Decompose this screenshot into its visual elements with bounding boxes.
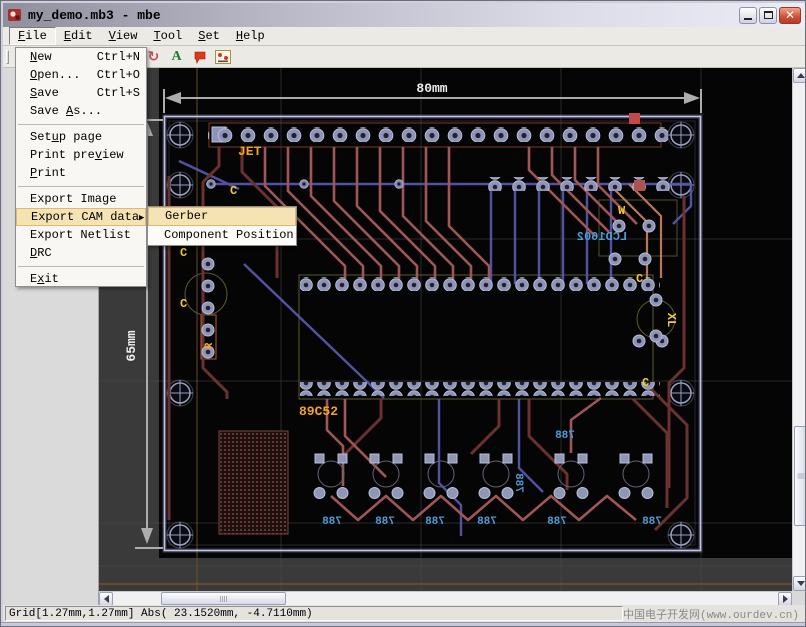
menu-set[interactable]: Set [190,27,228,45]
silk-label: C [642,376,649,390]
file-menu-dropdown: NewCtrl+N Open...Ctrl+O SaveCtrl+S Save … [15,47,147,287]
scroll-right-button[interactable] [778,592,792,606]
mirror-label: LCD1602 [577,230,627,244]
window-title: my_demo.mb3 - mbe [28,8,161,23]
minimize-button[interactable] [739,7,757,24]
dimension-width-label: 80mm [416,81,447,96]
silk-label: C [180,246,187,260]
maximize-button[interactable] [759,7,777,24]
mirror-label: 788 [642,516,662,528]
silk-label: C [180,297,187,311]
toolbar-grip[interactable] [6,50,9,64]
rotate-icon: ↻ [148,49,160,65]
app-window: my_demo.mb3 - mbe ✕ File Edit View Tool … [0,0,806,627]
pcb-canvas[interactable]: 80mm 65mm [99,68,792,591]
menu-help[interactable]: Help [228,27,273,45]
menu-item-export-netlist[interactable]: Export Netlist [16,226,146,244]
menu-item-save[interactable]: SaveCtrl+S [16,84,146,102]
horizontal-scrollbar-thumb[interactable] [161,592,286,605]
menu-file[interactable]: File [9,27,56,45]
menu-item-new[interactable]: NewCtrl+N [16,48,146,66]
menu-item-export-cam-data[interactable]: Export CAM data▶ [16,208,146,226]
menu-view[interactable]: View [101,27,146,45]
arrow-down-icon [797,581,805,586]
scroll-up-button[interactable] [793,68,806,83]
menu-item-drc[interactable]: DRC [16,244,146,262]
silk-label: W [618,204,626,218]
submenu-item-component-position[interactable]: Component Position [148,226,296,245]
silk-label: C [636,272,643,286]
menu-separator [16,120,146,128]
mirror-label: 788 [425,516,445,528]
scroll-down-button[interactable] [793,576,806,591]
image-export-button[interactable] [212,47,233,66]
menu-item-print-preview[interactable]: Print preview [16,146,146,164]
text-tool-button[interactable]: A [166,47,187,66]
menu-item-exit[interactable]: Exit [16,270,146,288]
title-bar[interactable]: my_demo.mb3 - mbe ✕ [3,3,805,27]
text-icon: A [171,49,181,65]
menu-item-export-image[interactable]: Export Image [16,190,146,208]
arrow-left-icon [104,595,109,603]
menu-tool[interactable]: Tool [145,27,190,45]
pcb-drawing: 80mm 65mm [99,68,792,591]
mirror-label: 788 [547,516,567,528]
menu-edit[interactable]: Edit [56,27,101,45]
mirror-label: 788 [512,473,524,493]
menu-separator [16,262,146,270]
silk-label: R [204,342,216,349]
watermark-text: 中国电子开发网(www.ourdev.cn) [623,606,799,622]
minimize-icon [744,18,752,20]
close-button[interactable]: ✕ [779,7,801,24]
mirror-label: 788 [555,430,575,442]
menu-item-setup-page[interactable]: Setup page [16,128,146,146]
menu-separator [16,182,146,190]
vertical-scrollbar-thumb[interactable] [794,426,806,526]
mirror-label: 788 [322,516,342,528]
mirror-label: 788 [375,516,395,528]
flag-icon [193,50,207,64]
app-icon [7,7,23,23]
submenu-item-gerber[interactable]: Gerber [148,207,296,226]
silk-label: 89C52 [299,404,338,419]
export-cam-submenu: Gerber Component Position [147,206,297,246]
arrow-right-icon [783,595,788,603]
close-icon: ✕ [785,9,795,21]
silk-label: XL [664,313,678,327]
window-bottom-edge [1,622,806,627]
horizontal-scrollbar[interactable] [99,591,792,605]
dimension-height-label: 65mm [124,330,139,361]
vertical-scrollbar[interactable] [792,68,806,591]
menu-item-open[interactable]: Open...Ctrl+O [16,66,146,84]
silk-label: C [230,184,237,198]
flag-button[interactable] [189,47,210,66]
submenu-arrow-icon: ▶ [139,209,144,225]
menu-bar: File Edit View Tool Set Help [3,27,805,46]
status-bar: Grid[1.27mm,1.27mm] Abs( 23.1520mm, -4.7… [3,605,805,622]
maximize-icon [764,11,773,19]
image-icon [215,50,231,64]
menu-item-save-as[interactable]: Save As... [16,102,146,120]
silk-label: JET [238,144,262,159]
scroll-left-button[interactable] [99,592,113,606]
mirror-label: 788 [477,516,497,528]
menu-item-print[interactable]: Print [16,164,146,182]
status-coordinates: Grid[1.27mm,1.27mm] Abs( 23.1520mm, -4.7… [5,606,623,621]
arrow-up-icon [797,73,805,78]
